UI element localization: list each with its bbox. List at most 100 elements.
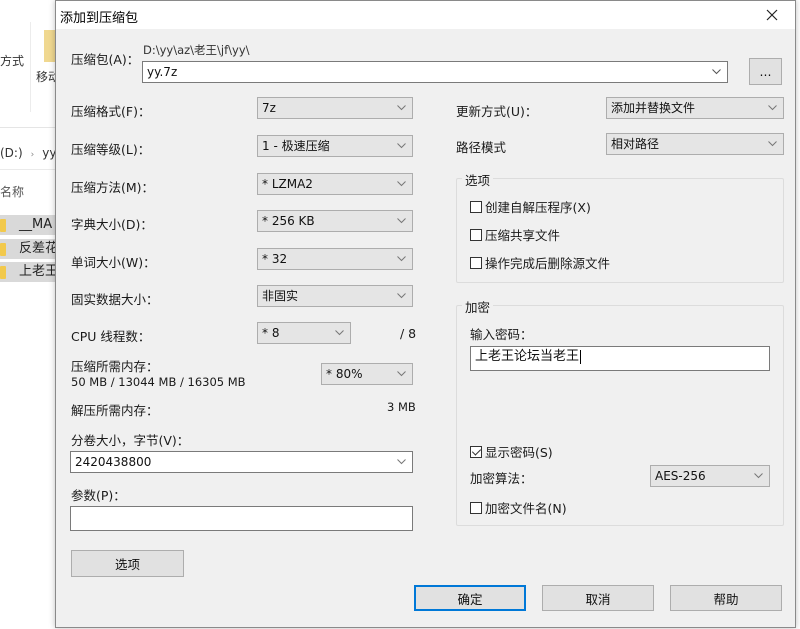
- password-label: 输入密码：: [470, 327, 533, 342]
- volume-size-value: 2420438800: [75, 455, 152, 469]
- memory-usage-select[interactable]: * 80%: [321, 363, 413, 385]
- parameters-input[interactable]: [70, 506, 413, 531]
- checkbox-checked-icon[interactable]: [470, 445, 482, 458]
- chevron-down-icon: [395, 136, 407, 156]
- ribbon-text: 方式: [0, 54, 25, 68]
- update-mode-label: 更新方式(U)：: [456, 104, 538, 119]
- help-button[interactable]: 帮助: [670, 585, 782, 611]
- chevron-down-icon: [752, 466, 764, 486]
- method-label: 压缩方法(M)：: [71, 180, 155, 195]
- chevron-down-icon: [395, 98, 407, 118]
- method-value: * LZMA2: [262, 177, 313, 191]
- password-input[interactable]: 上老王论坛当老王: [470, 346, 770, 371]
- dict-size-select[interactable]: * 256 KB: [257, 210, 413, 232]
- create-sfx-checkbox[interactable]: 创建自解压程序(X): [470, 197, 591, 216]
- threads-max: / 8: [400, 326, 417, 341]
- encryption-method-select[interactable]: AES-256: [650, 465, 770, 487]
- update-mode-select[interactable]: 添加并替换文件: [606, 97, 784, 119]
- solid-size-value: 非固实: [262, 289, 299, 303]
- folder-icon: [0, 266, 6, 279]
- path-mode-label: 路径模式: [456, 140, 507, 155]
- encryption-method-value: AES-256: [655, 469, 706, 483]
- title-bar[interactable]: 添加到压缩包: [56, 1, 795, 29]
- column-header-name[interactable]: 名称: [0, 183, 24, 200]
- options-group: 选项 创建自解压程序(X) 压缩共享文件 操作完成后删除源文件: [456, 170, 784, 283]
- word-size-select[interactable]: * 32: [257, 248, 413, 270]
- word-size-label: 单词大小(W)：: [71, 255, 156, 270]
- threads-value: * 8: [262, 326, 280, 340]
- chevron-down-icon: [333, 323, 345, 343]
- ribbon-divider: [30, 22, 31, 112]
- encryption-group: 加密 输入密码： 上老王论坛当老王 显示密码(S) 加密算法： AES-256 …: [456, 297, 784, 526]
- encryption-group-title: 加密: [462, 297, 494, 316]
- address-bar[interactable]: (D:) › yy: [0, 140, 60, 170]
- solid-size-label: 固实数据大小：: [71, 292, 159, 307]
- method-select[interactable]: * LZMA2: [257, 173, 413, 195]
- chevron-down-icon: [395, 364, 407, 384]
- decompress-memory-value: 3 MB: [387, 400, 416, 414]
- format-select[interactable]: 7z: [257, 97, 413, 119]
- address-drive[interactable]: (D:): [0, 146, 23, 160]
- archive-path: D:\yy\az\老王\jf\yy\: [143, 43, 250, 57]
- archive-filename-combo[interactable]: yy.7z: [142, 61, 728, 83]
- decompress-memory-label: 解压所需内存：: [71, 403, 159, 418]
- explorer-ribbon: 方式 移动: [0, 0, 60, 128]
- cancel-button[interactable]: 取消: [542, 585, 654, 611]
- encryption-method-label: 加密算法：: [470, 471, 533, 486]
- close-button[interactable]: [749, 1, 795, 29]
- chevron-down-icon[interactable]: [395, 452, 407, 472]
- checkbox-icon[interactable]: [470, 200, 482, 213]
- level-select[interactable]: 1 - 极速压缩: [257, 135, 413, 157]
- show-password-checkbox[interactable]: 显示密码(S): [470, 442, 553, 461]
- dict-size-value: * 256 KB: [262, 214, 315, 228]
- format-value: 7z: [262, 101, 276, 115]
- add-to-archive-dialog: 添加到压缩包 压缩包(A)： D:\yy\az\老王\jf\yy\ yy.7z …: [55, 0, 796, 628]
- options-button[interactable]: 选项: [71, 550, 184, 577]
- encrypt-filenames-checkbox[interactable]: 加密文件名(N): [470, 498, 567, 517]
- path-mode-select[interactable]: 相对路径: [606, 133, 784, 155]
- background-explorer-window: 方式 移动 (D:) › yy 名称 __MA 反差花 上老王: [0, 0, 60, 629]
- browse-button[interactable]: ...: [749, 58, 782, 85]
- parameters-label: 参数(P)：: [71, 488, 126, 503]
- chevron-down-icon: [395, 249, 407, 269]
- chevron-down-icon: [395, 286, 407, 306]
- checkbox-icon[interactable]: [470, 501, 482, 514]
- close-icon: [766, 9, 778, 21]
- text-caret: [580, 349, 582, 364]
- threads-label: CPU 线程数：: [71, 329, 151, 344]
- dict-size-label: 字典大小(D)：: [71, 217, 153, 232]
- file-list-item[interactable]: __MA: [0, 215, 60, 235]
- checkbox-icon[interactable]: [470, 228, 482, 241]
- update-mode-value: 添加并替换文件: [611, 101, 696, 115]
- file-list-item[interactable]: 上老王: [0, 262, 60, 282]
- dialog-title: 添加到压缩包: [60, 11, 139, 26]
- path-mode-value: 相对路径: [611, 137, 660, 151]
- delete-after-checkbox[interactable]: 操作完成后删除源文件: [470, 253, 610, 272]
- options-group-title: 选项: [462, 170, 494, 189]
- compress-memory-label: 压缩所需内存：: [71, 359, 159, 374]
- chevron-down-icon: [766, 134, 778, 154]
- compress-memory-detail: 50 MB / 13044 MB / 16305 MB: [71, 375, 246, 389]
- solid-size-select[interactable]: 非固实: [257, 285, 413, 307]
- chevron-down-icon: [395, 211, 407, 231]
- file-list-item[interactable]: 反差花: [0, 239, 60, 259]
- folder-icon: [0, 243, 6, 256]
- archive-label: 压缩包(A)：: [71, 52, 140, 67]
- ok-button[interactable]: 确定: [414, 585, 526, 611]
- breadcrumb-chevron-icon: ›: [30, 150, 35, 160]
- chevron-down-icon: [766, 98, 778, 118]
- volume-size-label: 分卷大小，字节(V)：: [71, 433, 190, 448]
- format-label: 压缩格式(F)：: [71, 104, 151, 119]
- folder-icon: [0, 219, 6, 232]
- checkbox-icon[interactable]: [470, 256, 482, 269]
- level-value: 1 - 极速压缩: [262, 139, 330, 153]
- level-label: 压缩等级(L)：: [71, 142, 151, 157]
- password-value: 上老王论坛当老王: [475, 349, 580, 364]
- threads-select[interactable]: * 8: [257, 322, 351, 344]
- chevron-down-icon[interactable]: [710, 62, 722, 82]
- word-size-value: * 32: [262, 252, 288, 266]
- chevron-down-icon: [395, 174, 407, 194]
- volume-size-combo[interactable]: 2420438800: [70, 451, 413, 473]
- memory-usage-value: * 80%: [326, 367, 363, 381]
- compress-shared-checkbox[interactable]: 压缩共享文件: [470, 225, 560, 244]
